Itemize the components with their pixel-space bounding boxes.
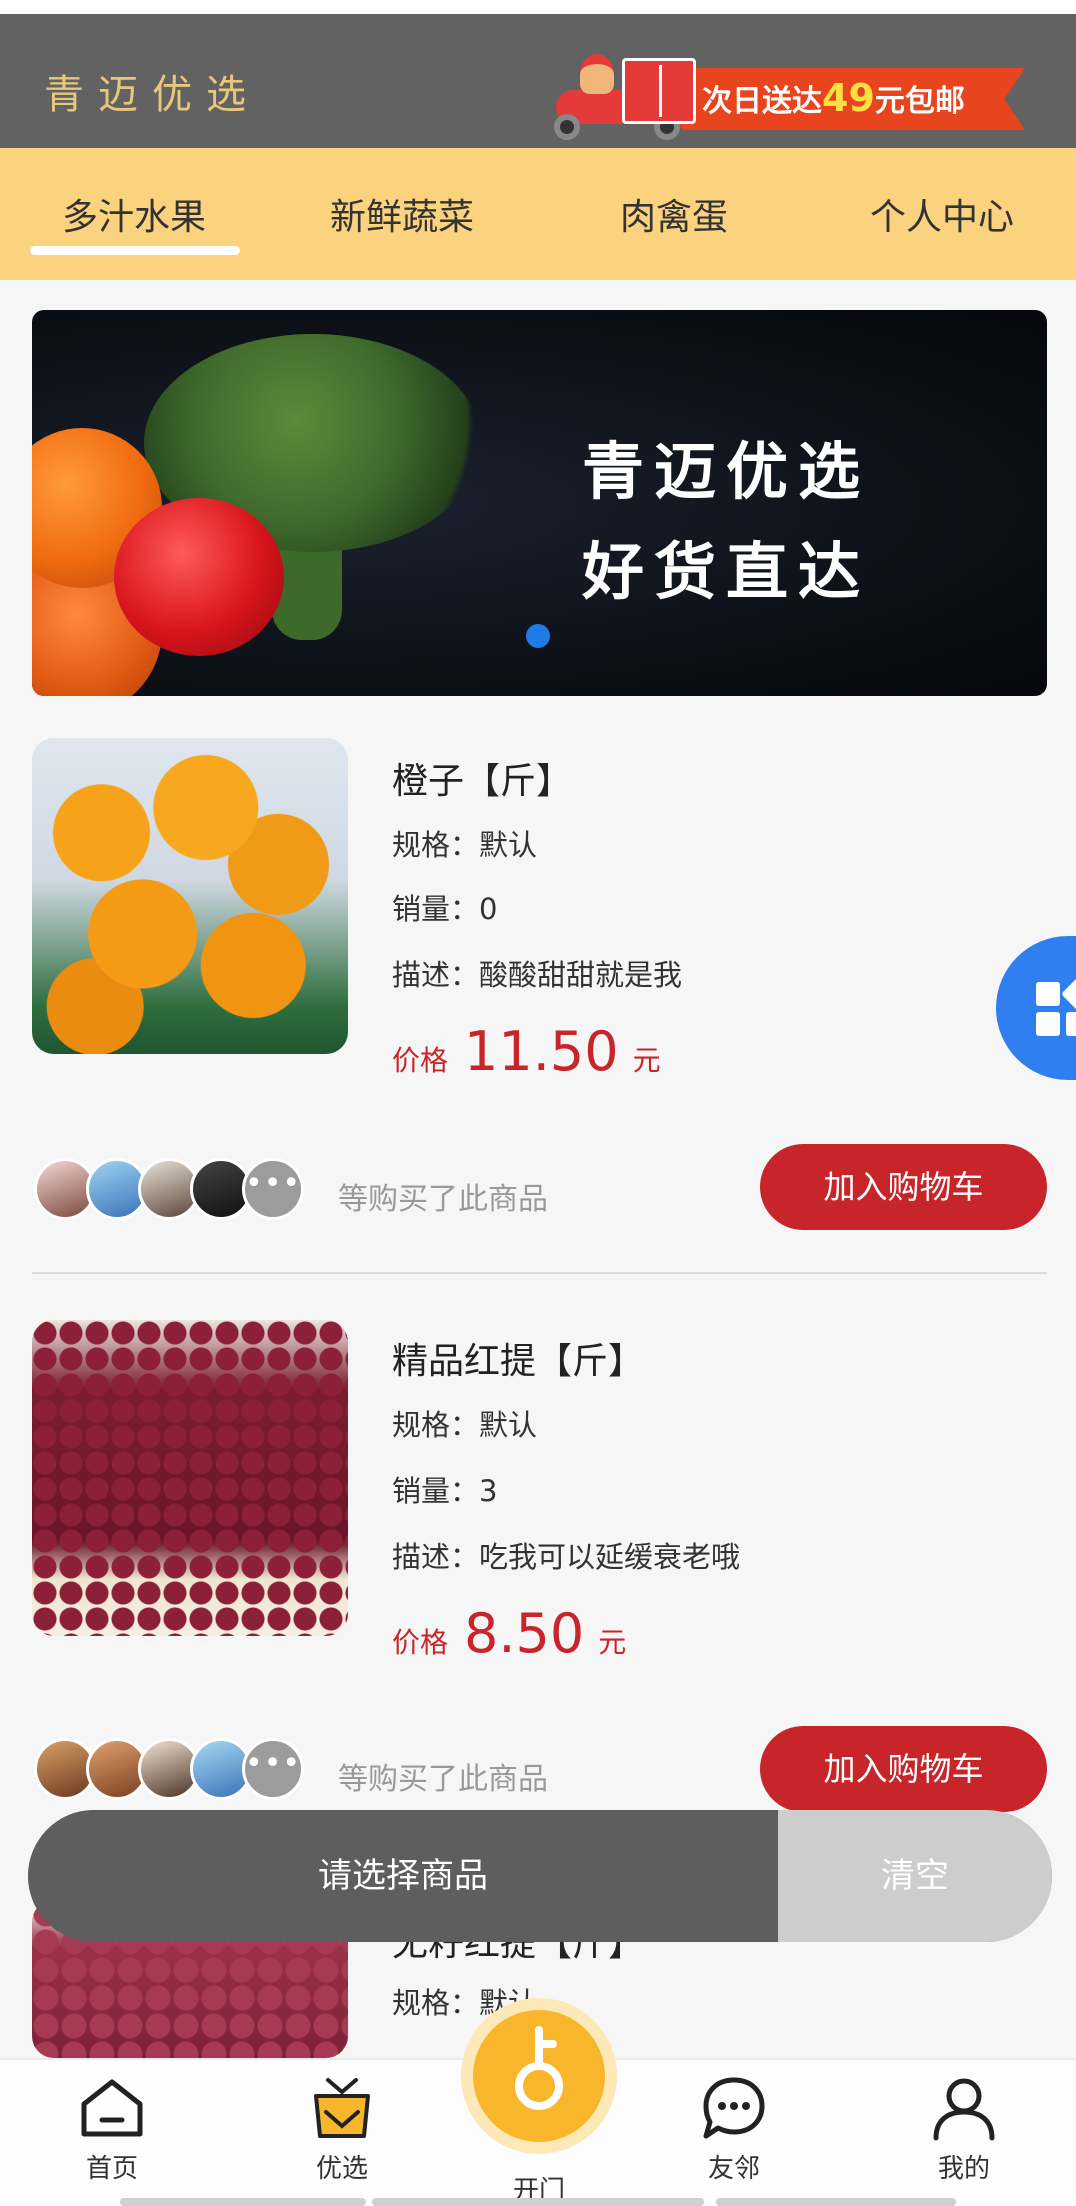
tab-fruits[interactable]: 多汁水果 (62, 188, 206, 240)
buyer-avatars: ••• (34, 1738, 334, 1802)
system-nav-bar (372, 2198, 704, 2206)
promo-amount: 49 (822, 76, 875, 120)
tabbar-neighbors[interactable]: 友邻 (664, 2074, 804, 2185)
product-sales: 销量：0 (392, 892, 498, 926)
category-tabs: 多汁水果 新鲜蔬菜 肉禽蛋 个人中心 (0, 148, 1076, 280)
grid-icon (1066, 1012, 1076, 1036)
wheel-icon (554, 114, 580, 140)
tabbar-label: 友邻 (707, 2154, 760, 2184)
active-tab-indicator (30, 246, 240, 255)
chat-icon (700, 2074, 768, 2142)
more-icon: ••• (242, 1158, 304, 1220)
tabbar-featured[interactable]: 优选 (272, 2074, 412, 2185)
tab-personal-center[interactable]: 个人中心 (870, 188, 1014, 240)
cart-bar: 请选择商品 清空 (28, 1810, 1052, 1942)
product-image-oranges[interactable] (32, 738, 348, 1054)
price-label: 价格 (392, 1626, 449, 1659)
divider (32, 1272, 1047, 1274)
grid-icon (1036, 1012, 1060, 1036)
hero-banner[interactable]: 青迈优选 好货直达 (32, 310, 1047, 696)
price-unit: 元 (598, 1626, 627, 1659)
price-value: 8.50 (464, 1602, 585, 1665)
status-strip (0, 0, 1076, 14)
price-unit: 元 (632, 1044, 661, 1077)
app-header: 青迈优选 次日送达49元包邮 (0, 14, 1076, 148)
app-title: 青迈优选 (44, 72, 260, 118)
grid-menu-fab[interactable] (996, 936, 1076, 1080)
shopping-bag-icon (308, 2074, 376, 2142)
buyers-caption: 等购买了此商品 (338, 1762, 548, 1797)
bottom-tab-bar: 首页 优选 开门 友邻 我的 (0, 1998, 1076, 2206)
tab-meat-eggs[interactable]: 肉禽蛋 (620, 188, 728, 240)
buyers-caption: 等购买了此商品 (338, 1182, 548, 1217)
product-sales: 销量：3 (392, 1474, 498, 1508)
hero-line-2: 好货直达 (582, 535, 871, 608)
delivery-box-icon (622, 58, 696, 124)
promo-text-before: 次日送达 (702, 84, 822, 119)
product-price: 价格 8.50 元 (392, 1602, 626, 1665)
hero-line-1: 青迈优选 (582, 435, 871, 508)
key-icon (515, 2026, 563, 2110)
price-value: 11.50 (464, 1020, 619, 1083)
carousel-indicator[interactable] (526, 624, 550, 648)
promo-text: 次日送达49元包邮 (702, 76, 965, 120)
tomato-image (114, 498, 284, 656)
tabbar-label: 优选 (315, 2154, 368, 2184)
product-name: 橙子【斤】 (392, 761, 573, 802)
product-name: 精品红提【斤】 (392, 1341, 645, 1382)
add-to-cart-button[interactable]: 加入购物车 (760, 1726, 1047, 1812)
clear-cart-button[interactable]: 清空 (778, 1810, 1052, 1942)
product-spec: 规格：默认 (392, 1408, 538, 1442)
tabbar-home[interactable]: 首页 (42, 2074, 182, 2185)
tab-vegetables[interactable]: 新鲜蔬菜 (330, 188, 474, 240)
product-description: 描述：酸酸甜甜就是我 (392, 958, 683, 992)
open-door-circle (473, 2010, 605, 2142)
add-to-cart-button[interactable]: 加入购物车 (760, 1144, 1047, 1230)
tabbar-label: 我的 (937, 2154, 990, 2184)
promo-text-after: 元包邮 (874, 84, 965, 119)
buyer-avatars: ••• (34, 1158, 334, 1222)
product-spec: 规格：默认 (392, 828, 538, 862)
user-icon (930, 2074, 998, 2142)
system-nav-bar (120, 2198, 366, 2206)
product-description: 描述：吃我可以延缓衰老哦 (392, 1540, 741, 1574)
home-icon (78, 2074, 146, 2142)
system-nav-bar (716, 2198, 956, 2206)
grid-icon (1061, 977, 1076, 1011)
product-price: 价格 11.50 元 (392, 1020, 661, 1083)
tabbar-me[interactable]: 我的 (894, 2074, 1034, 2185)
delivery-promo[interactable]: 次日送达49元包邮 (550, 44, 1038, 144)
more-icon: ••• (242, 1738, 304, 1800)
courier-icon (580, 54, 614, 94)
hero-slogan: 青迈优选 好货直达 (582, 422, 870, 622)
grid-icon (1036, 982, 1060, 1006)
tabbar-label: 首页 (85, 2154, 138, 2184)
product-image-grapes[interactable] (32, 1320, 348, 1636)
select-product-button[interactable]: 请选择商品 (28, 1810, 778, 1942)
open-door-button[interactable] (461, 1998, 617, 2154)
price-label: 价格 (392, 1044, 449, 1077)
